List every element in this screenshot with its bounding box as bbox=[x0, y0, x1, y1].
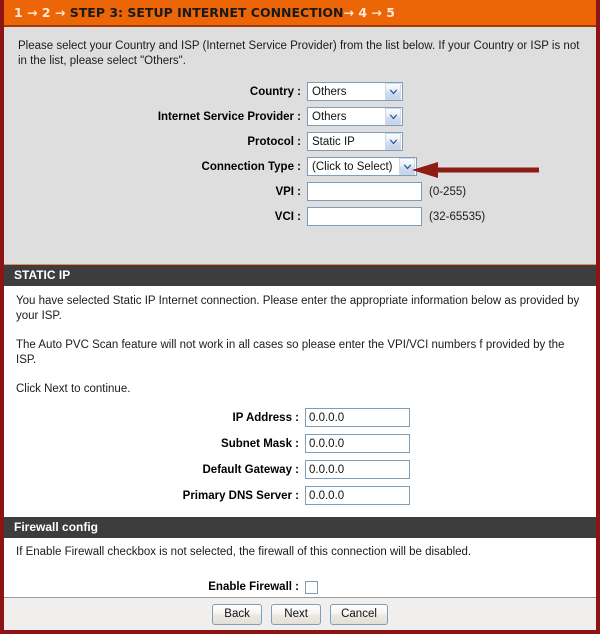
connection-type-select-value: (Click to Select) bbox=[312, 160, 393, 173]
subnet-mask-label: Subnet Mask : bbox=[221, 437, 299, 450]
static-ip-paragraph-1: You have selected Static IP Internet con… bbox=[16, 295, 580, 322]
next-button[interactable]: Next bbox=[271, 603, 322, 625]
step-progress-current: STEP 3: SETUP INTERNET CONNECTION bbox=[69, 5, 344, 20]
ip-address-input[interactable]: 0.0.0.0 bbox=[305, 408, 410, 427]
connection-type-select[interactable]: (Click to Select) bbox=[307, 157, 417, 176]
field-row-enable-firewall: Enable Firewall : bbox=[16, 578, 584, 596]
cancel-button[interactable]: Cancel bbox=[330, 603, 388, 625]
chevron-down-icon bbox=[385, 108, 401, 125]
isp-selection-panel: Please select your Country and ISP (Inte… bbox=[4, 27, 596, 265]
connection-type-label: Connection Type : bbox=[201, 160, 301, 173]
wizard-button-bar: Back Next Cancel bbox=[4, 597, 596, 630]
static-ip-fields: IP Address : 0.0.0.0 Subnet Mask : 0.0.0… bbox=[16, 407, 584, 506]
chevron-down-icon bbox=[385, 83, 401, 100]
step-progress-before: 1 → 2 → bbox=[14, 5, 70, 20]
firewall-section-body: If Enable Firewall checkbox is not selec… bbox=[4, 538, 596, 606]
step-progress-after: → 4 → 5 bbox=[343, 5, 395, 20]
firewall-section-header: Firewall config bbox=[4, 517, 596, 538]
step-progress-header: 1 → 2 → STEP 3: SETUP INTERNET CONNECTIO… bbox=[4, 0, 596, 27]
country-label: Country : bbox=[249, 85, 301, 98]
isp-label: Internet Service Provider : bbox=[157, 110, 301, 123]
primary-dns-input[interactable]: 0.0.0.0 bbox=[305, 486, 410, 505]
back-button[interactable]: Back bbox=[212, 603, 263, 625]
static-ip-paragraph-3: Click Next to continue. bbox=[16, 383, 131, 395]
field-row-country: Country : Others bbox=[18, 81, 582, 102]
field-row-vpi: VPI : (0-255) bbox=[18, 181, 582, 202]
vci-label: VCI : bbox=[274, 210, 301, 223]
country-select-value: Others bbox=[312, 85, 347, 98]
default-gateway-label: Default Gateway : bbox=[202, 463, 300, 476]
static-ip-section-body: You have selected Static IP Internet con… bbox=[4, 286, 596, 517]
primary-dns-label: Primary DNS Server : bbox=[182, 489, 299, 502]
field-row-ip-address: IP Address : 0.0.0.0 bbox=[16, 407, 584, 428]
chevron-down-icon bbox=[385, 133, 401, 150]
static-ip-paragraph-2: The Auto PVC Scan feature will not work … bbox=[16, 339, 565, 366]
field-row-primary-dns: Primary DNS Server : 0.0.0.0 bbox=[16, 485, 584, 506]
protocol-select[interactable]: Static IP bbox=[307, 132, 403, 151]
router-setup-wizard-page: adslsolution 1 → 2 → STEP 3: SETUP INTER… bbox=[0, 0, 600, 634]
field-row-default-gateway: Default Gateway : 0.0.0.0 bbox=[16, 459, 584, 480]
vci-range-hint: (32-65535) bbox=[429, 210, 486, 223]
subnet-mask-input[interactable]: 0.0.0.0 bbox=[305, 434, 410, 453]
isp-select-value: Others bbox=[312, 110, 347, 123]
enable-firewall-checkbox[interactable] bbox=[305, 580, 318, 594]
vci-input[interactable] bbox=[307, 207, 422, 226]
firewall-note: If Enable Firewall checkbox is not selec… bbox=[16, 546, 472, 558]
country-select[interactable]: Others bbox=[307, 82, 403, 101]
static-ip-section-header: STATIC IP bbox=[4, 265, 596, 286]
enable-firewall-label: Enable Firewall : bbox=[208, 581, 299, 593]
field-row-protocol: Protocol : Static IP bbox=[18, 131, 582, 152]
field-row-subnet-mask: Subnet Mask : 0.0.0.0 bbox=[16, 433, 584, 454]
isp-select[interactable]: Others bbox=[307, 107, 403, 126]
isp-intro-text: Please select your Country and ISP (Inte… bbox=[18, 40, 580, 67]
chevron-down-icon bbox=[399, 158, 415, 175]
vpi-label: VPI : bbox=[275, 185, 301, 198]
vpi-input[interactable] bbox=[307, 182, 422, 201]
ip-address-label: IP Address : bbox=[232, 411, 299, 424]
default-gateway-input[interactable]: 0.0.0.0 bbox=[305, 460, 410, 479]
vpi-range-hint: (0-255) bbox=[429, 185, 467, 198]
field-row-connection-type: Connection Type : (Click to Select) bbox=[18, 156, 582, 177]
field-row-isp: Internet Service Provider : Others bbox=[18, 106, 582, 127]
protocol-label: Protocol : bbox=[247, 135, 301, 148]
protocol-select-value: Static IP bbox=[312, 135, 355, 148]
field-row-vci: VCI : (32-65535) bbox=[18, 206, 582, 227]
